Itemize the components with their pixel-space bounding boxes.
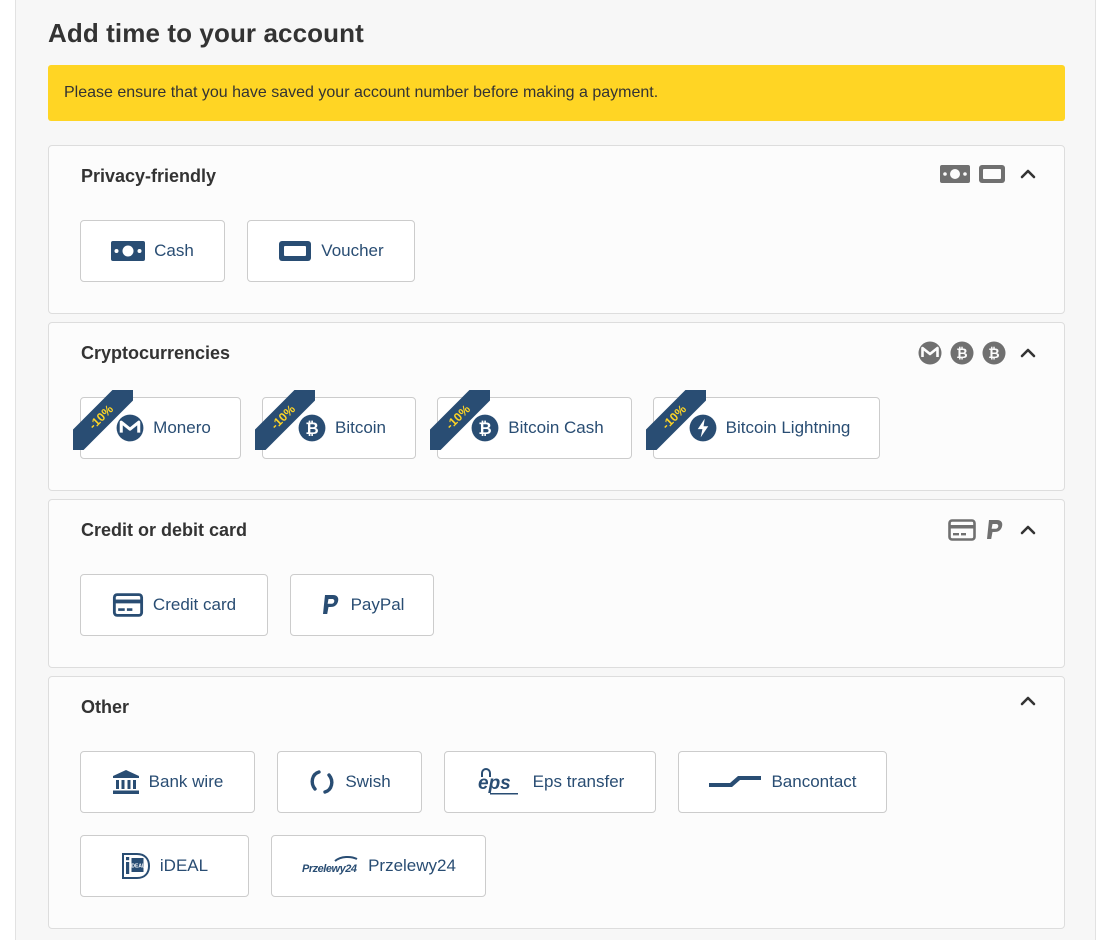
przelewy24-icon: Przelewy24 <box>302 855 358 875</box>
payment-method-label: Bitcoin <box>334 418 387 437</box>
bancontact-icon <box>709 776 762 787</box>
payment-method-bancontact[interactable]: Bancontact <box>678 751 887 813</box>
collapse-chevron-up-icon[interactable] <box>1020 524 1036 536</box>
payment-method-paypal[interactable]: PayPal <box>290 574 434 636</box>
ideal-icon: iDEAL <box>121 853 150 879</box>
payment-method-voucher[interactable]: Voucher <box>247 220 415 282</box>
payment-method-credit-card[interactable]: Credit card <box>80 574 268 636</box>
payment-method-bank-wire[interactable]: Bank wire <box>80 751 255 813</box>
section-title: Cryptocurrencies <box>81 343 231 363</box>
svg-text:₿: ₿ <box>956 346 967 362</box>
collapse-chevron-up-icon[interactable] <box>1020 168 1036 180</box>
payment-method-label: Voucher <box>321 241 384 260</box>
svg-text:₿: ₿ <box>305 419 318 438</box>
collapse-chevron-up-icon[interactable] <box>1020 347 1036 359</box>
section-header-icons: ₿ ₿ <box>918 341 1036 365</box>
section-privacy-friendly: Privacy-friendly Cash Voucher <box>48 145 1065 314</box>
section-other: Other Bank wire Swish eps Eps transfer B… <box>48 676 1065 929</box>
payment-method-label: Monero <box>153 418 211 437</box>
section-credit-or-debit-card: Credit or debit card Credit card PayPal <box>48 499 1065 668</box>
paypal-icon <box>987 520 1003 539</box>
payment-method-label: PayPal <box>350 595 405 614</box>
payment-method-swish[interactable]: Swish <box>277 751 422 813</box>
section-title: Privacy-friendly <box>81 166 217 186</box>
collapse-chevron-up-icon[interactable] <box>1020 695 1036 707</box>
swish-icon <box>310 770 334 794</box>
payment-method-przelewy24[interactable]: Przelewy24 Przelewy24 <box>271 835 486 897</box>
payment-method-label: Bank wire <box>148 772 224 791</box>
payment-method-label: Cash <box>154 241 194 260</box>
ideal-logo-text: iDEAL <box>130 864 145 870</box>
section-title: Credit or debit card <box>81 520 248 540</box>
svg-text:₿: ₿ <box>479 419 492 438</box>
payment-method-monero[interactable]: -10% Monero <box>73 390 241 459</box>
cash-icon <box>111 241 146 261</box>
bitcoin-icon: ₿ <box>950 341 974 365</box>
paypal-icon <box>322 595 338 614</box>
voucher-icon <box>979 165 1005 183</box>
section-header-icons <box>940 164 1036 184</box>
payment-method-label: Swish <box>345 772 391 791</box>
payment-method-label: Bancontact <box>771 772 857 791</box>
przelewy24-logo-text: Przelewy24 <box>302 863 357 875</box>
payment-method-bitcoin-cash[interactable]: -10% ₿ Bitcoin Cash <box>430 390 632 459</box>
payment-method-label: Credit card <box>152 595 237 614</box>
eps-logo-text: eps <box>478 773 511 794</box>
payment-method-bitcoin-lightning[interactable]: -10% Bitcoin Lightning <box>646 390 880 459</box>
account-number-notice: Please ensure that you have saved your a… <box>48 65 1065 121</box>
bank-icon <box>112 770 139 794</box>
section-header-icons <box>1014 695 1036 707</box>
payment-method-eps-transfer[interactable]: eps Eps transfer <box>444 751 656 813</box>
bitcoin-icon: ₿ <box>298 414 326 442</box>
credit-card-icon <box>948 519 976 541</box>
payment-method-cash[interactable]: Cash <box>80 220 225 282</box>
page-title: Add time to your account <box>48 18 364 48</box>
payment-method-label: iDEAL <box>159 856 209 875</box>
bitcoin-cash-icon: ₿ <box>471 414 499 442</box>
bitcoin-cash-icon: ₿ <box>982 341 1006 365</box>
lightning-icon <box>689 414 717 442</box>
monero-icon <box>116 414 144 442</box>
credit-card-icon <box>112 593 143 617</box>
monero-icon <box>918 341 942 365</box>
payment-method-label: Bitcoin Lightning <box>725 418 851 437</box>
svg-text:₿: ₿ <box>988 346 999 362</box>
section-cryptocurrencies: Cryptocurrencies ₿ ₿ -10% Monero -10% ₿ <box>48 322 1065 491</box>
voucher-icon <box>279 241 312 261</box>
section-title: Other <box>81 697 130 717</box>
section-header-icons <box>948 518 1036 542</box>
eps-icon: eps <box>478 768 518 795</box>
payment-method-bitcoin[interactable]: -10% ₿ Bitcoin <box>255 390 416 459</box>
payment-method-label: Bitcoin Cash <box>508 418 604 437</box>
payment-method-ideal[interactable]: iDEAL iDEAL <box>80 835 249 897</box>
cash-icon <box>940 165 970 183</box>
payment-method-label: Eps transfer <box>532 772 625 791</box>
payment-method-label: Przelewy24 <box>368 856 456 875</box>
